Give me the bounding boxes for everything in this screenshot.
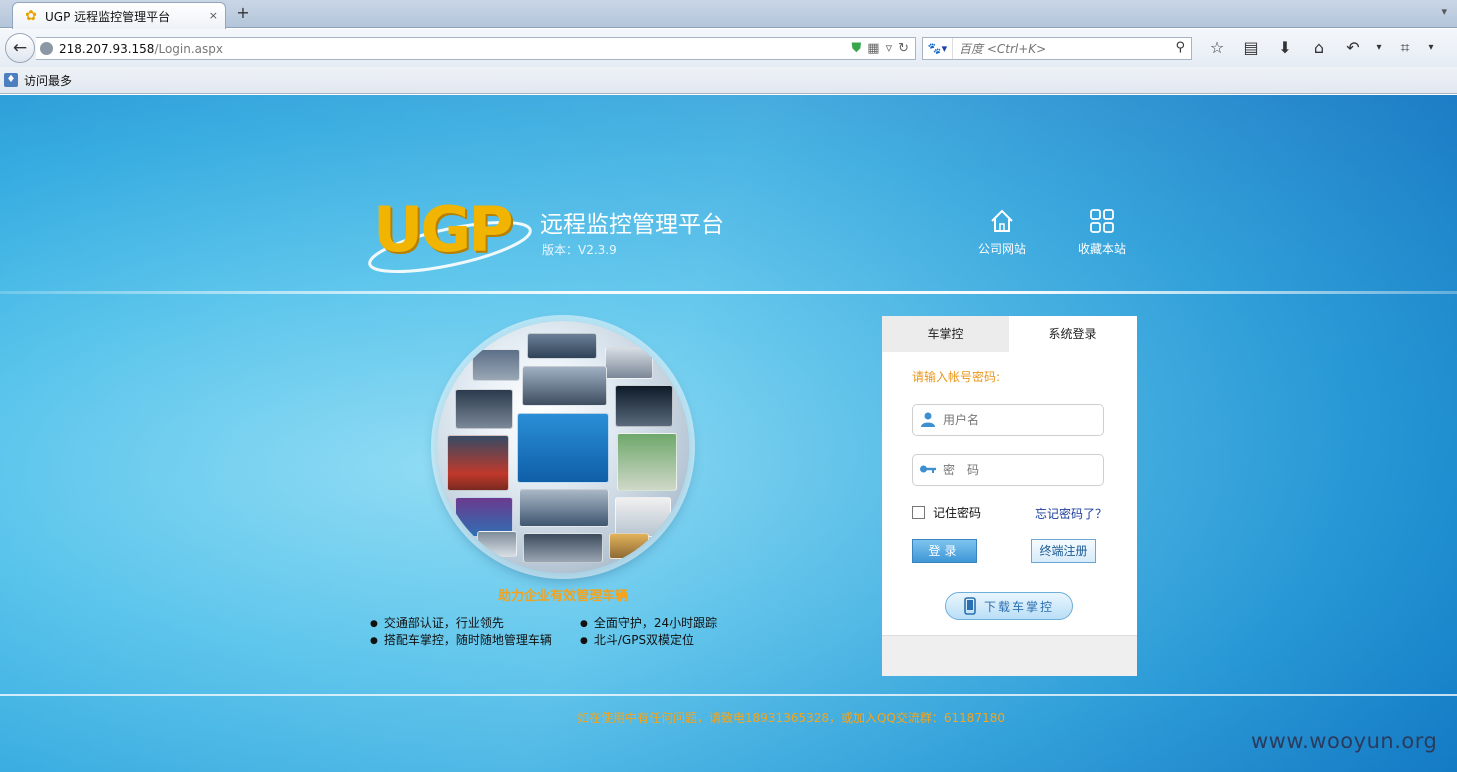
browser-tab-bar: ✿ UGP 远程监控管理平台 × + ▾ bbox=[0, 0, 1457, 29]
login-button[interactable]: 登录 bbox=[912, 539, 977, 563]
bookmark-site-label: 收藏本站 bbox=[1077, 242, 1126, 256]
bookmark-most-visited[interactable]: 访问最多 bbox=[24, 72, 72, 89]
dropdown-icon[interactable]: ▾ bbox=[1370, 38, 1388, 58]
qr-code-icon[interactable]: ▦ bbox=[867, 41, 879, 56]
globe-tile bbox=[477, 531, 517, 557]
username-input[interactable] bbox=[943, 407, 1093, 433]
bookmark-site-link[interactable]: 收藏本站 bbox=[1067, 208, 1137, 257]
globe-icon bbox=[40, 42, 53, 55]
baidu-paw-icon[interactable]: 🐾▾ bbox=[923, 38, 953, 59]
browser-tab[interactable]: ✿ UGP 远程监控管理平台 × bbox=[12, 2, 226, 29]
password-field[interactable] bbox=[912, 454, 1104, 486]
download-app-label: 下载车掌控 bbox=[983, 599, 1054, 614]
reload-icon[interactable]: ↻ bbox=[898, 41, 909, 56]
feature-item: 北斗/GPS双模定位 bbox=[580, 631, 694, 648]
ugp-logo: UGP bbox=[365, 193, 535, 274]
globe-tile bbox=[519, 489, 609, 527]
site-title: 远程监控管理平台 bbox=[540, 212, 724, 238]
logo-text: UGP bbox=[373, 193, 514, 266]
feature-item: 搭配车掌控，随时随地管理车辆 bbox=[370, 631, 552, 648]
globe-tile bbox=[527, 333, 597, 359]
terminal-register-button[interactable]: 终端注册 bbox=[1031, 539, 1096, 563]
phone-icon bbox=[964, 597, 976, 615]
bookmarks-bar: ♦ 访问最多 bbox=[0, 67, 1457, 94]
bookmark-star-icon[interactable]: ☆ bbox=[1200, 38, 1234, 58]
bookmark-folder-icon: ♦ bbox=[4, 73, 18, 87]
divider-line bbox=[0, 694, 1457, 696]
divider-line bbox=[0, 291, 1457, 294]
history-dropdown-icon[interactable]: ▿ bbox=[886, 41, 893, 56]
shield-icon[interactable]: ⛊ bbox=[852, 41, 862, 56]
login-prompt: 请输入帐号密码: bbox=[912, 370, 1001, 384]
globe-tile bbox=[455, 389, 513, 429]
download-icon[interactable]: ⬇ bbox=[1268, 38, 1302, 58]
globe-tile bbox=[522, 366, 607, 406]
globe-tile bbox=[617, 433, 677, 491]
remember-checkbox[interactable] bbox=[912, 506, 925, 519]
address-bar[interactable]: 218.207.93.158/Login.aspx ⛊ ▦ ▿ ↻ bbox=[36, 37, 916, 60]
address-bar-icons: ⛊ ▦ ▿ ↻ bbox=[852, 41, 910, 56]
login-tabs: 车掌控 系统登录 bbox=[882, 316, 1137, 352]
tab-title: UGP 远程监控管理平台 bbox=[45, 9, 171, 24]
globe-tile bbox=[615, 497, 671, 537]
favicon-icon: ✿ bbox=[25, 8, 37, 24]
back-arrow-icon: ← bbox=[12, 38, 28, 58]
new-tab-button[interactable]: + bbox=[234, 4, 252, 22]
browser-toolbar: ☆ ▤ ⬇ ⌂ ↶ ▾ ⌗ ▾ bbox=[1200, 38, 1440, 58]
username-field[interactable] bbox=[912, 404, 1104, 436]
tab-list-icon[interactable]: ▾ bbox=[1441, 5, 1447, 18]
browser-navigation-bar: ← 218.207.93.158/Login.aspx ⛊ ▦ ▿ ↻ 🐾▾ ⚲… bbox=[0, 29, 1457, 67]
version-label: 版本：V2.3.9 bbox=[542, 243, 617, 257]
globe-tile bbox=[517, 413, 609, 483]
close-tab-icon[interactable]: × bbox=[209, 9, 218, 22]
search-input[interactable] bbox=[953, 38, 1163, 59]
reading-list-icon[interactable]: ▤ bbox=[1234, 38, 1268, 58]
url-host: 218.207.93.158 bbox=[59, 41, 155, 56]
remember-label: 记住密码 bbox=[933, 506, 982, 520]
watermark: www.wooyun.org bbox=[1251, 729, 1438, 753]
login-panel: 车掌控 系统登录 请输入帐号密码: 记住密码 忘记密码了？ 登录 终端注册 bbox=[882, 316, 1137, 676]
slogan: 助力企业有效管理车辆 bbox=[497, 589, 628, 604]
crop-icon[interactable]: ⌗ bbox=[1388, 38, 1422, 58]
globe-tile bbox=[523, 533, 603, 563]
feature-item: 交通部认证，行业领先 bbox=[370, 614, 504, 631]
login-page: UGP 远程监控管理平台 版本：V2.3.9 公司网站 收藏本站 助力企业有效管… bbox=[0, 95, 1457, 772]
globe-tile bbox=[609, 533, 649, 559]
search-icon[interactable]: ⚲ bbox=[1175, 40, 1185, 55]
user-icon bbox=[913, 411, 943, 430]
globe-tile bbox=[605, 347, 653, 379]
tab-cheshouzhang[interactable]: 车掌控 bbox=[882, 316, 1009, 352]
undo-icon[interactable]: ↶ bbox=[1336, 38, 1370, 58]
background-glow bbox=[0, 95, 1457, 772]
grid-icon bbox=[1090, 209, 1114, 233]
back-button[interactable]: ← bbox=[5, 33, 35, 63]
contact-footer: 如在使用中有任何问题，请致电18931365328，或加入QQ交流群：61187… bbox=[577, 711, 1005, 725]
globe-tile bbox=[615, 385, 673, 427]
download-app-button[interactable]: 下载车掌控 bbox=[945, 592, 1073, 620]
password-input[interactable] bbox=[943, 457, 1093, 483]
feature-item: 全面守护，24小时跟踪 bbox=[580, 614, 717, 631]
globe-tile bbox=[472, 349, 520, 381]
url-path: /Login.aspx bbox=[154, 41, 223, 56]
home-icon bbox=[991, 209, 1013, 232]
photo-globe-image bbox=[437, 321, 689, 573]
remember-password[interactable]: 记住密码 bbox=[912, 504, 981, 521]
login-panel-footer bbox=[882, 635, 1137, 676]
home-icon[interactable]: ⌂ bbox=[1302, 38, 1336, 58]
globe-tile bbox=[447, 435, 509, 491]
company-website-link[interactable]: 公司网站 bbox=[967, 208, 1037, 257]
forgot-password-link[interactable]: 忘记密码了？ bbox=[1035, 505, 1107, 522]
tab-system-login[interactable]: 系统登录 bbox=[1009, 316, 1136, 352]
dropdown-icon[interactable]: ▾ bbox=[1422, 38, 1440, 58]
company-website-label: 公司网站 bbox=[977, 242, 1026, 256]
search-box[interactable]: 🐾▾ ⚲ bbox=[922, 37, 1192, 60]
key-icon bbox=[913, 463, 943, 478]
